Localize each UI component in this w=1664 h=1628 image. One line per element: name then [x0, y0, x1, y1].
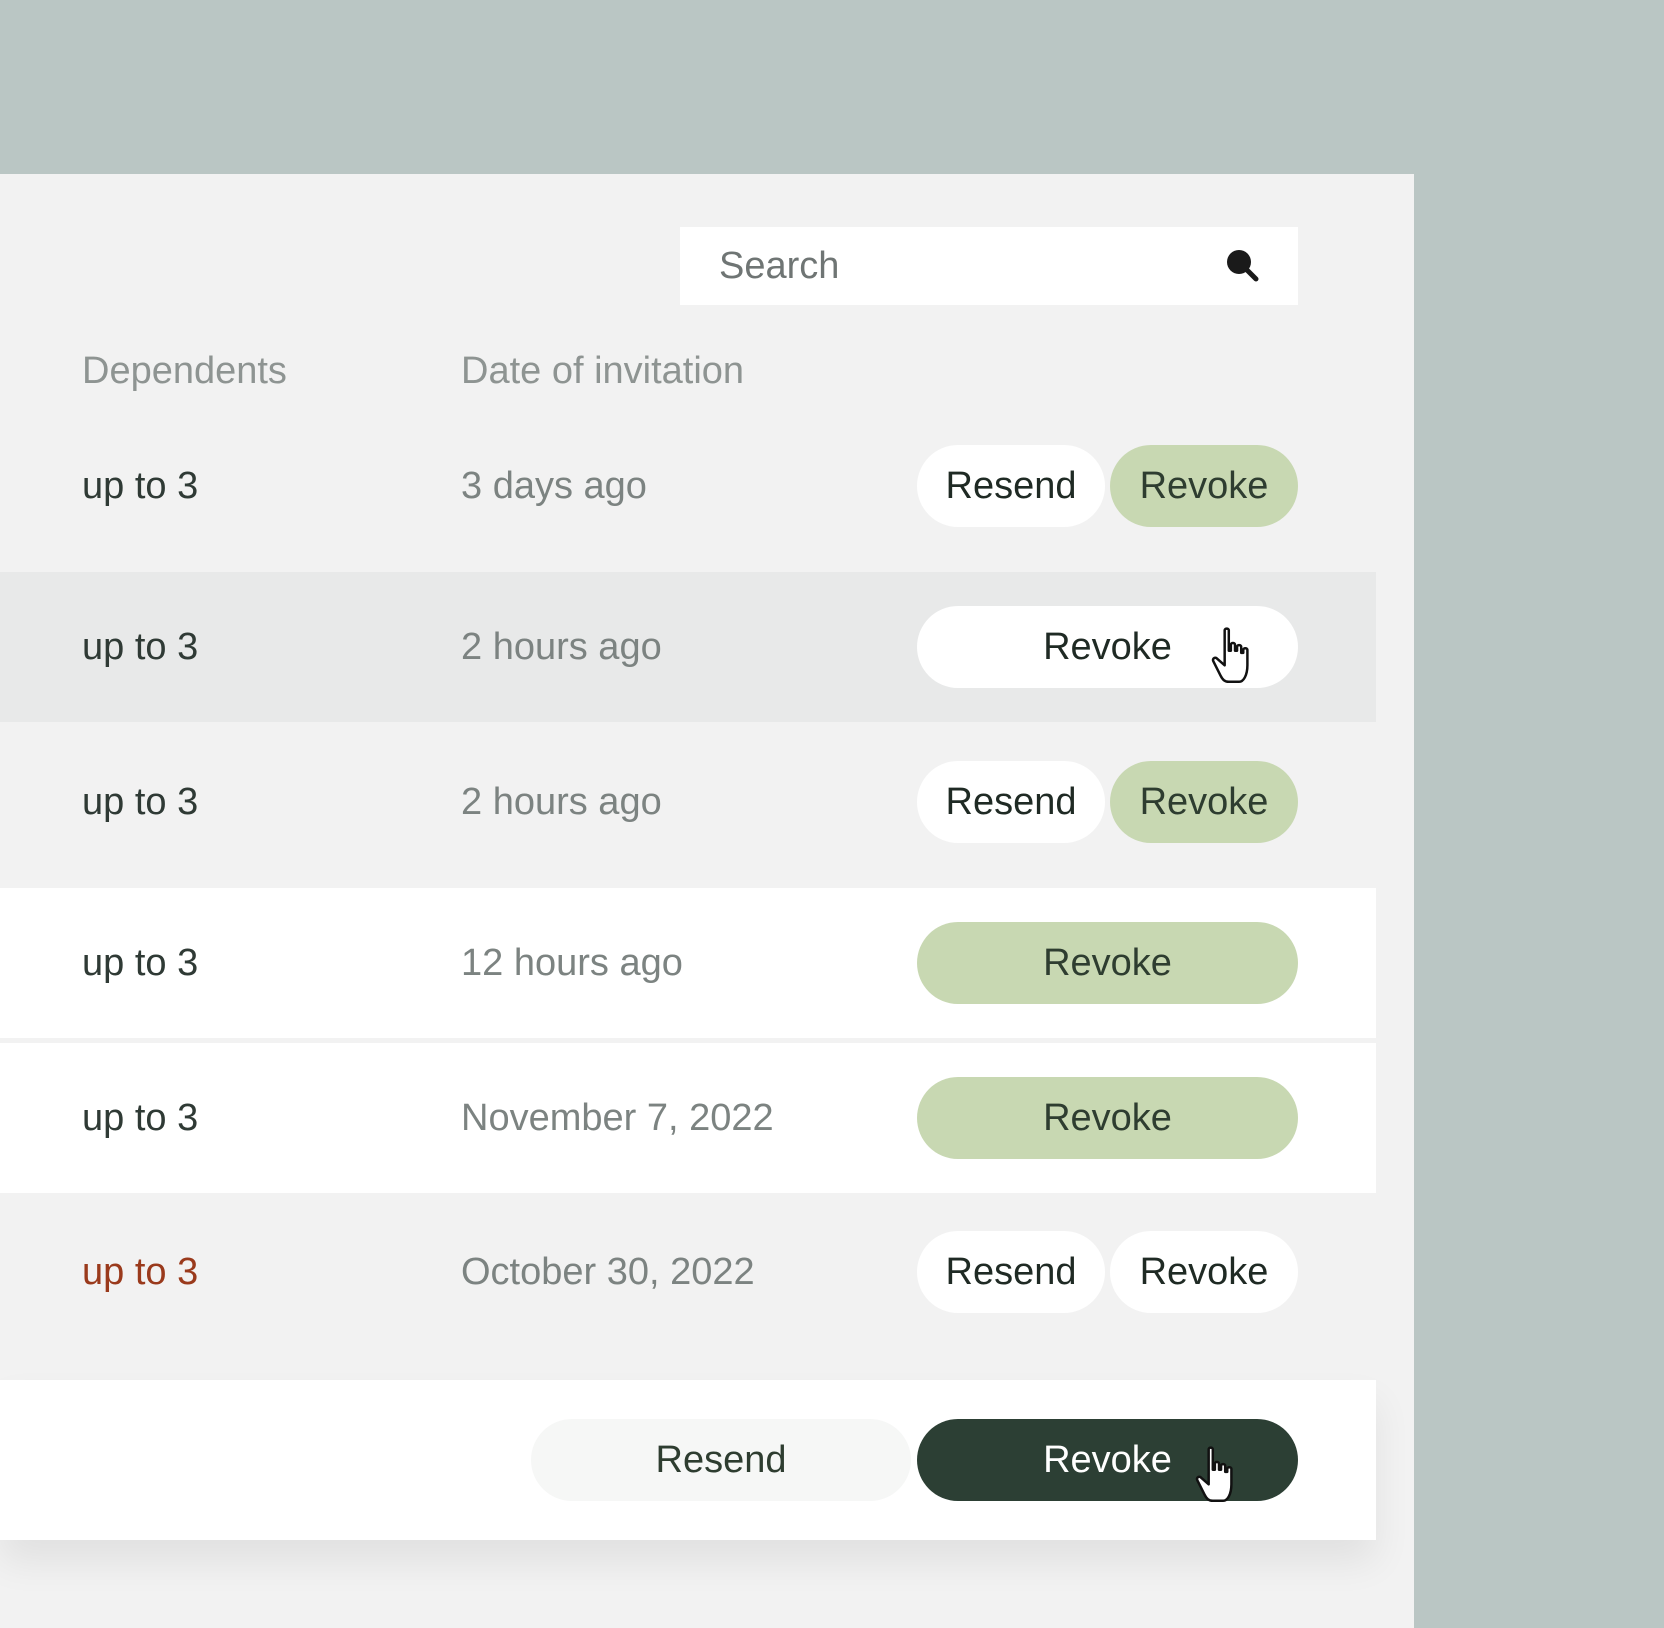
- table-row: up to 3 12 hours ago Revoke: [0, 888, 1376, 1038]
- search-input[interactable]: Search: [680, 227, 1298, 305]
- table-row: up to 3 November 7, 2022 Revoke: [0, 1043, 1376, 1193]
- resend-all-button[interactable]: Resend: [531, 1419, 911, 1501]
- search-icon[interactable]: [1223, 246, 1263, 286]
- dependents-value: up to 3: [82, 465, 199, 507]
- hand-cursor-icon: [1195, 1446, 1233, 1503]
- invitation-date: 2 hours ago: [461, 626, 662, 668]
- search-placeholder: Search: [719, 245, 840, 287]
- table-row: up to 3 2 hours ago Resend Revoke: [0, 727, 1376, 877]
- revoke-button[interactable]: Revoke: [1110, 445, 1298, 527]
- resend-button[interactable]: Resend: [917, 445, 1105, 527]
- dependents-value: up to 3: [82, 781, 199, 823]
- dependents-value: up to 3: [82, 942, 199, 984]
- invitation-date: October 30, 2022: [461, 1251, 755, 1293]
- dependents-value: up to 3: [82, 1251, 199, 1293]
- table-row: up to 3 October 30, 2022 Resend Revoke: [0, 1197, 1376, 1347]
- table-row: up to 3 2 hours ago Revoke: [0, 572, 1376, 722]
- invitation-date: 12 hours ago: [461, 942, 683, 984]
- invitation-date: 2 hours ago: [461, 781, 662, 823]
- revoke-button[interactable]: Revoke: [917, 1077, 1298, 1159]
- dependents-value: up to 3: [82, 1097, 199, 1139]
- column-header-dependents: Dependents: [82, 350, 287, 392]
- invitation-date: 3 days ago: [461, 465, 647, 507]
- footer-action-bar: Resend Revoke: [0, 1380, 1376, 1540]
- dependents-value: up to 3: [82, 626, 199, 668]
- resend-button[interactable]: Resend: [917, 1231, 1105, 1313]
- revoke-button[interactable]: Revoke: [1110, 1231, 1298, 1313]
- column-header-date: Date of invitation: [461, 350, 745, 392]
- revoke-button[interactable]: Revoke: [1110, 761, 1298, 843]
- revoke-button[interactable]: Revoke: [917, 922, 1298, 1004]
- invitation-date: November 7, 2022: [461, 1097, 774, 1139]
- resend-button[interactable]: Resend: [917, 761, 1105, 843]
- invitations-panel: Search Dependents Date of invitation up …: [0, 174, 1414, 1628]
- table-row: up to 3 3 days ago Resend Revoke: [0, 411, 1376, 561]
- hand-cursor-icon: [1211, 627, 1249, 684]
